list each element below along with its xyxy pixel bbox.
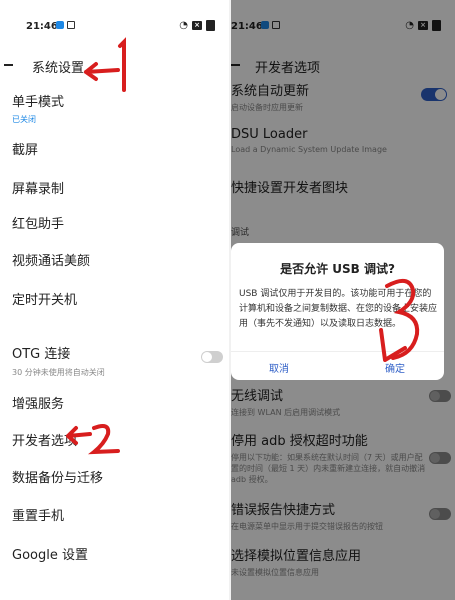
battery-icon [206, 20, 215, 31]
back-arrow-icon[interactable] [4, 64, 13, 66]
status-right-icons: ◔ × [179, 20, 215, 31]
list-item-one-hand-mode[interactable]: 单手模式 已关闭 [12, 91, 64, 125]
wifi-icon: ◔ [179, 20, 188, 31]
list-item-label: 单手模式 [12, 95, 65, 110]
usb-debug-dialog: 是否允许 USB 调试? USB 调试仅用于开发目的。该功能可用于在您的计算机和… [231, 243, 444, 380]
cancel-button[interactable]: 取消 [269, 360, 289, 375]
dialog-title: 是否允许 USB 调试? [280, 262, 395, 276]
sim-icon: × [192, 21, 202, 30]
list-item-screenshot[interactable]: 截屏 [12, 139, 38, 158]
left-screen: 21:46 ◔ × 系统设置 单手模式 已关闭 截屏 屏幕录制 红包助手 视频通… [0, 0, 229, 600]
list-item-google-settings[interactable]: Google 设置 [12, 544, 88, 563]
list-item-enhanced-service[interactable]: 增强服务 [12, 393, 64, 412]
list-item-label: OTG 连接 [12, 347, 71, 362]
screenshot-notification-icon [67, 21, 75, 29]
status-bar: 21:46 ◔ × [0, 0, 229, 36]
dialog-button-row: 取消 确定 [231, 351, 444, 375]
dialog-body: USB 调试仅用于开发目的。该功能可用于在您的计算机和设备之间复制数据、在您的设… [239, 289, 438, 329]
ok-button[interactable]: 确定 [385, 360, 405, 375]
page-header: 系统设置 [0, 52, 229, 80]
app-notification-icon [56, 21, 64, 29]
list-item-backup-migrate[interactable]: 数据备份与迁移 [12, 467, 103, 486]
right-screen: 21:46 ◔ × 开发者选项 系统自动更新 启动设备时应用更新 DSU Loa… [231, 0, 455, 600]
notification-icons [56, 21, 75, 29]
list-item-sub: 已关闭 [12, 115, 36, 124]
list-item-screen-record[interactable]: 屏幕录制 [12, 178, 64, 197]
status-time: 21:46 [26, 21, 58, 32]
list-item-sub: 30 分钟未使用将自动关闭 [12, 368, 105, 377]
list-item-scheduled-power[interactable]: 定时开关机 [12, 289, 77, 308]
list-item-reset-phone[interactable]: 重置手机 [12, 505, 64, 524]
list-item-developer-options[interactable]: 开发者选项 [12, 430, 77, 449]
list-item-otg[interactable]: OTG 连接 30 分钟未使用将自动关闭 [12, 343, 105, 378]
list-item-red-packet[interactable]: 红包助手 [12, 213, 64, 232]
list-item-video-beauty[interactable]: 视频通话美颜 [12, 250, 90, 269]
otg-toggle[interactable] [201, 351, 223, 363]
page-title: 系统设置 [32, 61, 85, 76]
